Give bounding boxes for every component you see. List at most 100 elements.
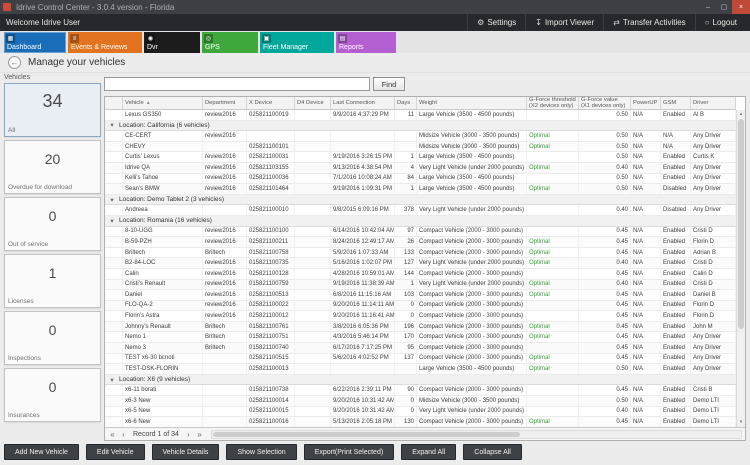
tab-events-reviews[interactable]: ≡ Events & Reviews <box>68 32 142 53</box>
vehicle-row[interactable]: Kelli's Tahoe review2016 025821100036 7/1/2… <box>105 173 736 185</box>
vehicle-row[interactable]: Cristi's Renault review2016 015821100759 9/… <box>105 279 736 291</box>
vehicle-row[interactable]: Calin review2016 025821100128 4/28/2016 10:… <box>105 268 736 280</box>
group-row[interactable]: ▾ Location: California (6 vehicles) <box>105 120 736 132</box>
card-label-all: All <box>8 127 16 134</box>
column-header-department[interactable]: Department <box>203 97 247 109</box>
vehicle-filter-card-licenses[interactable]: 1 Licenses <box>4 254 101 308</box>
tab-reports[interactable]: ▤ Reports <box>336 32 396 53</box>
vehicle-row[interactable]: CE-CERT review2016 Midsize Vehicle (3000 -… <box>105 131 736 142</box>
vehicle-row[interactable]: Sean's BMW review2016 025821101464 9/19/201… <box>105 184 736 195</box>
scroll-up-icon[interactable]: ▴ <box>737 110 745 119</box>
vertical-scrollbar-track[interactable] <box>737 119 745 418</box>
vehicle-row[interactable]: x6-3 New 025821100014 9/20/2016 10:31:42 A… <box>105 396 736 407</box>
toolbar-settings-button[interactable]: ⚙ Settings <box>467 14 525 31</box>
show-selection-button[interactable]: Show Selection <box>226 444 297 460</box>
vehicle-row[interactable]: Nemo 1 Briltech 015821100751 4/3/2016 5:46:… <box>105 332 736 344</box>
vehicle-row[interactable]: Daniel review2016 025821100513 6/8/2016 11:… <box>105 290 736 301</box>
column-header-vehicle[interactable]: Vehicle ▲ <box>123 97 203 109</box>
group-row[interactable]: ▾ Location: Romania (16 vehicles) <box>105 215 736 227</box>
tab-fleet-manager[interactable]: ▣ Fleet Manager <box>260 32 334 53</box>
column-header-powerup[interactable]: PowerUP <box>631 97 661 109</box>
record-navigator: « ‹ Record 1 of 34 › » <box>105 427 745 440</box>
nav-next-icon[interactable]: › <box>183 429 194 440</box>
vehicle-row[interactable]: B2-84-LOC review2016 015821100735 5/16/2016… <box>105 258 736 269</box>
column-header-days[interactable]: Days <box>395 97 417 109</box>
cell-d4-device <box>295 290 331 300</box>
tab-dashboard[interactable]: ▦ Dashboard <box>4 32 66 53</box>
vehicle-row[interactable]: Andreea 025821100010 9/8/2015 6:09:16 PM 37… <box>105 205 736 216</box>
vehicle-row[interactable]: x6-6 New 025821100016 5/13/2016 2:05:18 PM… <box>105 417 736 427</box>
nav-prev-icon[interactable]: ‹ <box>118 429 129 440</box>
cell-vehicle: Briltech <box>123 247 203 258</box>
horizontal-scrollbar-thumb[interactable] <box>212 431 520 437</box>
search-input[interactable] <box>104 77 370 91</box>
vehicle-details-button[interactable]: Vehicle Details <box>151 444 220 460</box>
cell-gsm: Enabled <box>661 343 691 353</box>
cell-department <box>203 353 247 364</box>
vehicle-filter-card-out-of-service[interactable]: 0 Out of service <box>4 197 101 251</box>
vehicle-filter-card-all[interactable]: 34 All <box>4 83 101 137</box>
column-header-g-force-value[interactable]: G-Force value (X1 devices only) <box>579 97 631 109</box>
vehicle-row[interactable]: x6-11 borati 015821100738 6/22/2016 2:39:1… <box>105 385 736 397</box>
close-icon[interactable]: × <box>732 0 750 14</box>
cell-driver: Daniel B <box>691 290 736 300</box>
column-header-driver[interactable]: Driver <box>691 97 736 109</box>
column-header-x-device[interactable]: X Device <box>247 97 295 109</box>
collapse-all-button[interactable]: Collapse All <box>463 444 522 460</box>
edit-vehicle-button[interactable]: Edit Vehicle <box>85 444 145 460</box>
column-header-last-connection[interactable]: Last Connection <box>331 97 395 109</box>
nav-last-icon[interactable]: » <box>194 429 205 440</box>
tab-dvr[interactable]: ◉ Dvr <box>144 32 200 53</box>
cell-g-force-value: 0.50 <box>579 110 631 120</box>
vehicle-row[interactable]: Johnny's Renault Briltech 015821100761 3/8/… <box>105 321 736 333</box>
group-row[interactable]: ▾ Location: Demo Tablet 2 (3 vehicles) <box>105 194 736 206</box>
toolbar-transfer-activities-button[interactable]: ⇄ Transfer Activities <box>603 14 695 31</box>
back-icon[interactable]: ← <box>8 56 21 69</box>
column-header-weight[interactable]: Weight <box>417 97 527 109</box>
column-header-g-force-threshold[interactable]: G-Force threshold (X2 devices only) <box>527 97 579 109</box>
column-header-gsm[interactable]: GSM <box>661 97 691 109</box>
vehicle-row[interactable]: TEST-DSK-FLORIN 025821100013 Large Vehicle… <box>105 364 736 375</box>
group-row[interactable]: ▾ Location: X6 (9 vehicles) <box>105 374 736 386</box>
vehicle-row[interactable]: Florin's Astra review2016 025821100012 9/20… <box>105 311 736 322</box>
scroll-down-icon[interactable]: ▾ <box>737 418 745 427</box>
vehicle-row[interactable]: Briltech Briltech 015821100758 5/9/2016 1:0… <box>105 247 736 259</box>
vehicle-row[interactable]: Curtis' Lexus review2016 025821100031 9/19/… <box>105 152 736 163</box>
vehicle-filter-card-insurances[interactable]: 0 Insurances <box>4 368 101 422</box>
cell-x-device: 015821100758 <box>247 247 295 258</box>
cell-x-device: 025821100101 <box>247 141 295 152</box>
vehicle-row[interactable]: B-59-PZH review2016 025821100211 8/24/2016 … <box>105 237 736 248</box>
vertical-scrollbar[interactable]: ▴ ▾ <box>736 110 745 427</box>
cell-d4-device <box>295 173 331 184</box>
cell-weight: Very Light Vehicle (under 2000 pounds) <box>417 162 527 173</box>
cell-weight: Compact Vehicle (2000 - 3000 pounds) <box>417 226 527 237</box>
vehicle-filter-card-inspections[interactable]: 0 Inspections <box>4 311 101 365</box>
horizontal-scrollbar[interactable] <box>210 429 742 439</box>
nav-first-icon[interactable]: « <box>107 429 118 440</box>
vehicle-row[interactable]: TEST x6-30 bcnoti 025821100515 5/6/2016 4:… <box>105 353 736 365</box>
cell-days: 0 <box>395 406 417 417</box>
export-print-selected-button[interactable]: Export(Print Selected) <box>303 444 395 460</box>
column-header-d4-device[interactable]: D4 Device <box>295 97 331 109</box>
expand-all-button[interactable]: Expand All <box>401 444 457 460</box>
cell-x-device: 025821100100 <box>247 226 295 237</box>
vehicle-row[interactable]: x6-5 New 025821100015 9/20/2016 10:31:42 A… <box>105 406 736 418</box>
vehicle-row[interactable]: Nemo 3 Briltech 015821100740 6/17/2016 7:17… <box>105 343 736 354</box>
add-new-vehicle-button[interactable]: Add New Vehicle <box>4 444 79 460</box>
vehicle-row[interactable]: 8-10-UGG review2016 025821100100 6/14/2016 … <box>105 226 736 238</box>
vehicle-row[interactable]: Lexus GS350 review2016 025821100019 9/9/201… <box>105 110 736 121</box>
vehicle-row[interactable]: FLO-QA-2 review2016 025821100022 9/20/2016 … <box>105 300 736 312</box>
vehicle-filter-card-overdue-for-download[interactable]: 20 Overdue for download <box>4 140 101 194</box>
toolbar-import-viewer-button[interactable]: ↧ Import Viewer <box>525 14 603 31</box>
gear-icon: ⚙ <box>477 18 485 27</box>
find-button[interactable]: Find <box>373 77 405 91</box>
vehicle-row[interactable]: Idrive QA review2016 025821103155 9/13/2016… <box>105 162 736 174</box>
maximize-icon[interactable]: ▢ <box>716 0 732 14</box>
cell-days: 144 <box>395 268 417 279</box>
toolbar-logout-button[interactable]: ○ Logout <box>694 14 746 31</box>
tab-gps[interactable]: ◎ GPS <box>202 32 258 53</box>
minimize-icon[interactable]: – <box>700 0 716 14</box>
cell-days <box>395 131 417 141</box>
vehicle-row[interactable]: CHEVY 025821100101 Midsize Vehicle (3000 -… <box>105 141 736 153</box>
vertical-scrollbar-thumb[interactable] <box>738 119 744 329</box>
